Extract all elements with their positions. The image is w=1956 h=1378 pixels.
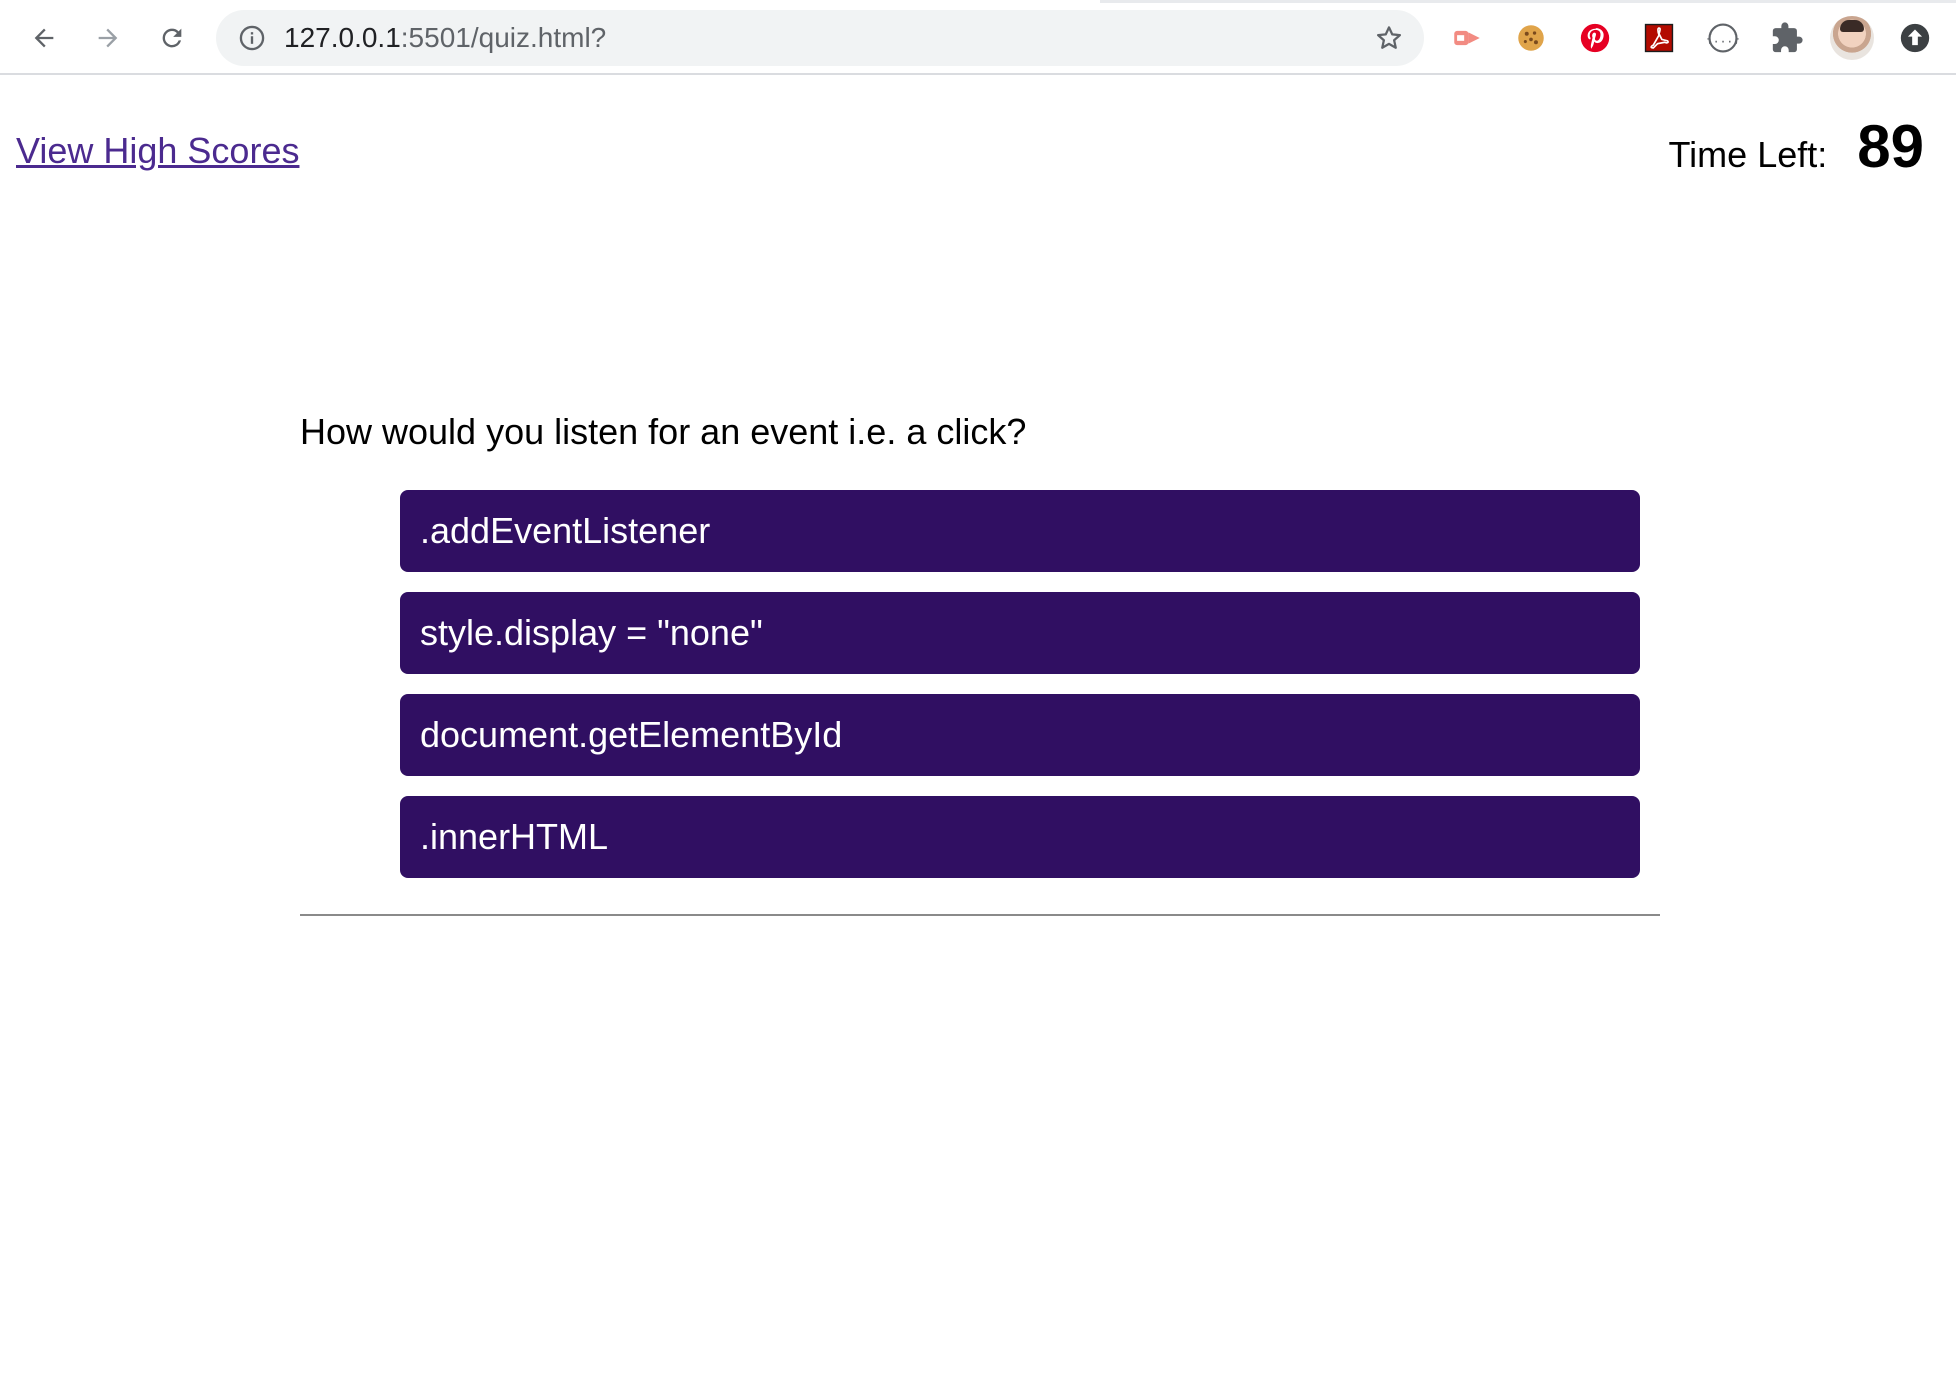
extensions-menu-button[interactable] bbox=[1768, 19, 1806, 57]
profile-avatar[interactable] bbox=[1830, 16, 1874, 60]
back-button[interactable] bbox=[24, 18, 64, 58]
url-host: 127.0.0.1 bbox=[284, 22, 401, 53]
reload-icon bbox=[162, 28, 182, 48]
star-icon[interactable] bbox=[1374, 23, 1404, 53]
forward-arrow-icon bbox=[98, 28, 118, 48]
pinterest-extension-icon bbox=[1580, 23, 1610, 53]
browser-toolbar: 127.0.0.1:5501/quiz.html? {...} bbox=[0, 0, 1956, 75]
back-arrow-icon bbox=[34, 28, 54, 48]
cookie-extension-button[interactable] bbox=[1512, 19, 1550, 57]
puzzle-extensions-icon bbox=[1772, 22, 1803, 53]
cast-extension-icon bbox=[1454, 30, 1480, 46]
avatar-hair bbox=[1840, 20, 1864, 32]
url-text[interactable]: 127.0.0.1:5501/quiz.html? bbox=[284, 23, 606, 53]
cast-extension-button[interactable] bbox=[1448, 19, 1486, 57]
svg-text:{...}: {...} bbox=[1706, 31, 1740, 45]
answer-button-1[interactable]: .addEventListener bbox=[400, 490, 1640, 572]
answer-button-2[interactable]: style.display = "none" bbox=[400, 592, 1640, 674]
info-icon[interactable] bbox=[238, 24, 266, 52]
time-left-label: Time Left: bbox=[1668, 134, 1828, 175]
reload-button[interactable] bbox=[152, 18, 192, 58]
acrobat-extension-button[interactable] bbox=[1640, 19, 1678, 57]
update-icon bbox=[1900, 23, 1930, 53]
update-button[interactable] bbox=[1896, 19, 1934, 57]
view-high-scores-link[interactable]: View High Scores bbox=[16, 130, 299, 172]
question-text: How would you listen for an event i.e. a… bbox=[300, 411, 1027, 452]
answer-button-4[interactable]: .innerHTML bbox=[400, 796, 1640, 878]
cookie-extension-icon bbox=[1518, 25, 1544, 51]
time-left-value: 89 bbox=[1857, 113, 1924, 180]
acrobat-extension-icon bbox=[1644, 23, 1674, 53]
answer-button-3[interactable]: document.getElementById bbox=[400, 694, 1640, 776]
answer-list: .addEventListener style.display = "none"… bbox=[400, 490, 1640, 898]
pinterest-extension-button[interactable] bbox=[1576, 19, 1614, 57]
forward-button[interactable] bbox=[88, 18, 128, 58]
feedback-divider bbox=[300, 914, 1660, 916]
tab-strip-edge bbox=[1100, 0, 1956, 3]
json-extension-button[interactable]: {...} bbox=[1704, 19, 1742, 57]
json-extension-icon: {...} bbox=[1706, 23, 1740, 53]
url-path: :5501/quiz.html? bbox=[400, 22, 607, 53]
address-bar[interactable]: 127.0.0.1:5501/quiz.html? bbox=[216, 10, 1424, 66]
timer: Time Left: 89 bbox=[1669, 112, 1924, 181]
